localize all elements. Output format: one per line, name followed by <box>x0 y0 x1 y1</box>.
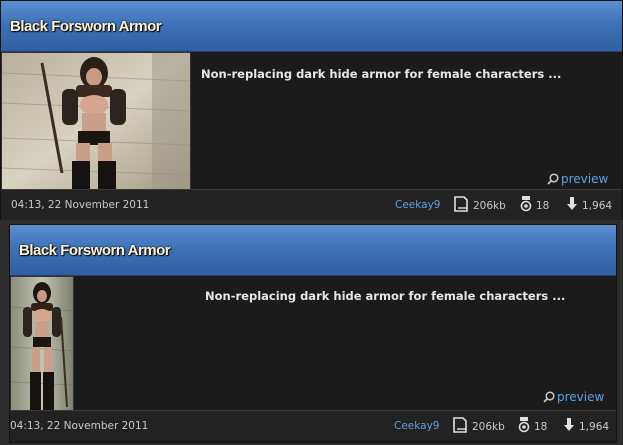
preview-label: preview <box>557 390 605 404</box>
medal-icon <box>518 417 530 433</box>
file-size: 206kb <box>452 417 505 433</box>
card-header: Black Forsworn Armor <box>10 225 616 276</box>
download-value: 1,964 <box>582 200 613 212</box>
upload-date: 04:13, 22 November 2011 <box>10 420 149 432</box>
file-size: 206kb <box>453 196 506 212</box>
magnifier-icon <box>547 173 559 185</box>
file-size-value: 206kb <box>473 200 506 212</box>
download-count: 1,964 <box>563 417 609 433</box>
file-description: Non-replacing dark hide armor for female… <box>205 289 566 303</box>
card-header: Black Forsworn Armor <box>1 1 622 52</box>
file-size-value: 206kb <box>472 421 505 433</box>
file-thumbnail[interactable] <box>1 52 191 191</box>
file-list: Black Forsworn Armor Non-replacing dark … <box>0 0 623 445</box>
endorsement-value: 18 <box>534 421 548 433</box>
download-arrow-icon <box>564 418 574 431</box>
upload-date: 04:13, 22 November 2011 <box>11 199 150 211</box>
preview-link[interactable]: preview <box>543 390 604 404</box>
medal-icon <box>520 196 532 212</box>
endorsement-count: 18 <box>518 417 547 433</box>
download-arrow-icon <box>567 197 577 210</box>
file-thumbnail[interactable] <box>10 276 74 412</box>
armor-thumbnail-image <box>11 277 73 411</box>
endorsement-value: 18 <box>536 200 550 212</box>
card-footer: 04:13, 22 November 2011 Ceekay9 206kb 18… <box>1 189 622 220</box>
file-icon <box>454 196 468 212</box>
download-count: 1,964 <box>566 196 612 212</box>
file-title-link[interactable]: Black Forsworn Armor <box>10 18 162 35</box>
file-description: Non-replacing dark hide armor for female… <box>201 67 562 81</box>
download-value: 1,964 <box>579 421 610 433</box>
file-icon <box>453 417 467 433</box>
preview-link[interactable]: preview <box>547 172 608 186</box>
file-title-link[interactable]: Black Forsworn Armor <box>19 242 171 259</box>
card-footer: 04:13, 22 November 2011 Ceekay9 206kb 18… <box>10 410 616 441</box>
endorsement-count: 18 <box>520 196 549 212</box>
magnifier-icon <box>543 391 555 403</box>
preview-label: preview <box>561 172 609 186</box>
author-link[interactable]: Ceekay9 <box>395 199 440 211</box>
file-card: Black Forsworn Armor Non-replacing dark … <box>9 224 617 443</box>
card-body: Non-replacing dark hide armor for female… <box>10 276 616 412</box>
file-card: Black Forsworn Armor Non-replacing dark … <box>0 0 623 220</box>
author-link[interactable]: Ceekay9 <box>394 420 439 432</box>
armor-thumbnail-image <box>2 53 190 190</box>
card-body: Non-replacing dark hide armor for female… <box>1 52 622 191</box>
